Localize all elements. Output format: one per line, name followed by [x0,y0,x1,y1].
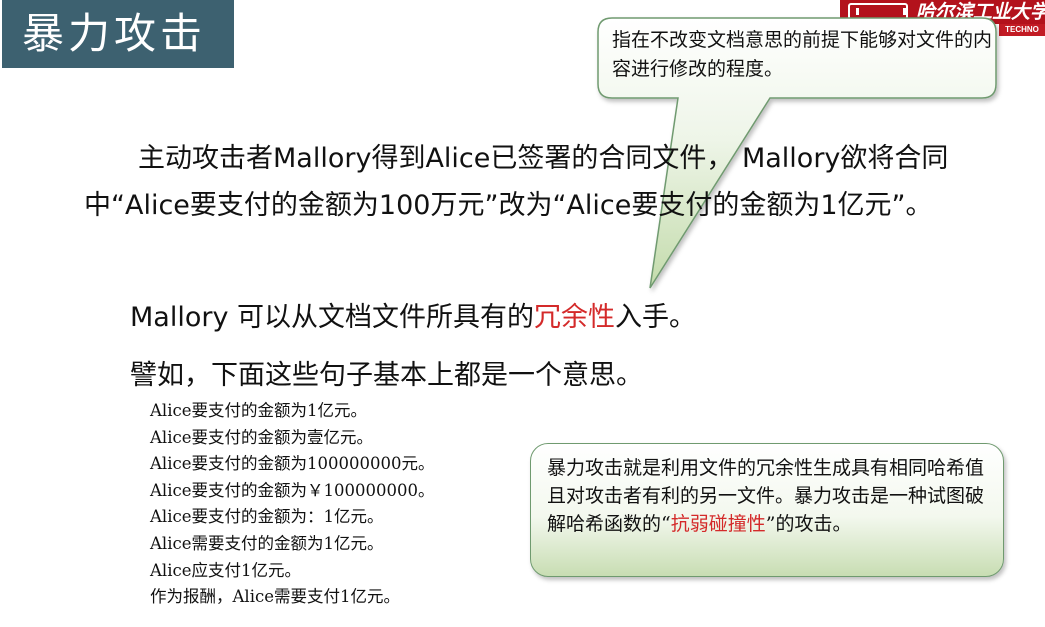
example-sentence: Alice应支付1亿元。 [150,560,301,580]
redundancy-text-before: Mallory 可以从文档文件所具有的 [130,302,535,333]
example-sentence: Alice需要支付的金额为1亿元。 [150,533,384,553]
example-sentence: Alice要支付的金额为：1亿元。 [150,507,384,527]
example-sentence: Alice要支付的金额为￥100000000。 [150,480,435,500]
example-sentence: Alice要支付的金额为1亿元。 [150,401,367,420]
brute-force-note-box: 暴力攻击就是利用文件的冗余性生成具有相同哈希值且对攻击者有利的另一文件。暴力攻击… [530,443,1004,577]
example-sentence: Alice要支付的金额为壹亿元。 [150,427,373,447]
example-sentences: Alice要支付的金额为1亿元。 Alice要支付的金额为壹亿元。 Alice要… [150,398,520,611]
slide-title-box: 暴力攻击 [2,0,234,68]
slide-title: 暴力攻击 [22,9,207,58]
redundancy-line: Mallory 可以从文档文件所具有的冗余性入手。 [130,300,696,336]
note-highlight: 抗弱碰撞性 [670,513,766,535]
examples-intro: 譬如，下面这些句子基本上都是一个意思。 [130,360,643,391]
redundancy-text-after: 入手。 [615,302,697,333]
note-text-after: ”的攻击。 [765,513,852,535]
logo-english-text: TECHNO [999,24,1045,36]
paragraph-text: 主动攻击者Mallory得到Alice已签署的合同文件， Mallory欲将合同… [84,143,949,221]
logo-university-name: 哈尔滨工业大学 [916,1,1045,23]
example-sentence: Alice要支付的金额为100000000元。 [150,454,435,474]
main-paragraph: 主动攻击者Mallory得到Alice已签署的合同文件， Mallory欲将合同… [84,135,954,229]
note-text: 暴力攻击就是利用文件的冗余性生成具有相同哈希值且对攻击者有利的另一文件。暴力攻击… [547,454,993,538]
callout-text: 指在不改变文档意思的前提下能够对文件的内容进行修改的程度。 [612,29,993,80]
redundancy-highlight: 冗余性 [534,302,616,333]
building-icon [848,3,908,20]
example-sentence: 作为报酬，Alice需要支付1亿元。 [150,587,400,607]
